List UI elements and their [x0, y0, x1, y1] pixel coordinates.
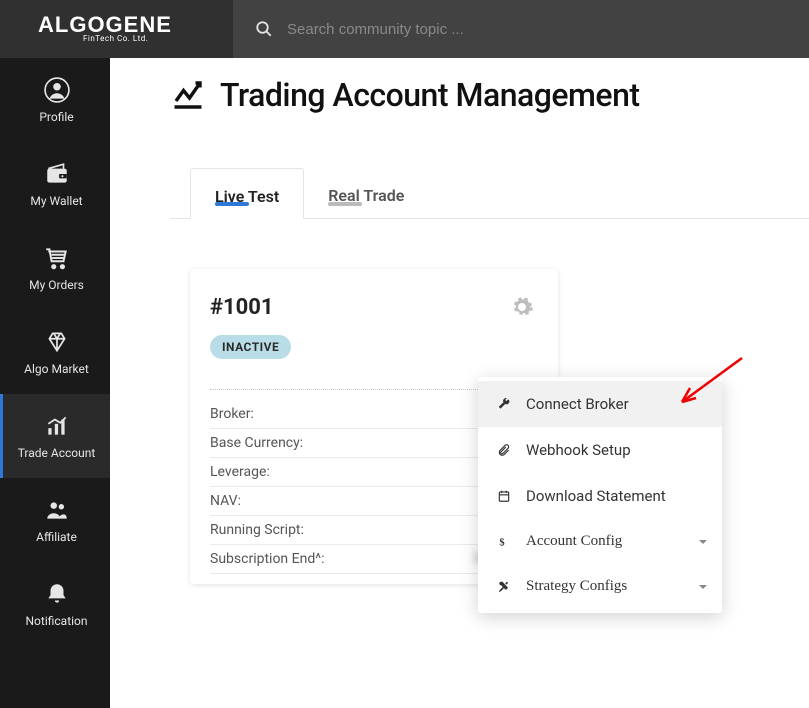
- calendar-icon: [496, 489, 512, 503]
- svg-text:$: $: [499, 537, 504, 548]
- sidebar-item-trade-account[interactable]: Trade Account: [0, 394, 110, 478]
- search-icon: [255, 20, 273, 38]
- chevron-down-icon: [698, 537, 708, 547]
- gear-icon: [510, 295, 534, 319]
- users-icon: [44, 497, 70, 523]
- diamond-icon: [44, 329, 70, 355]
- menu-item-strategy-configs[interactable]: Strategy Configs: [478, 564, 722, 609]
- card-header: #1001: [210, 291, 538, 323]
- menu-item-label: Account Config: [526, 533, 622, 550]
- sidebar-item-label: Notification: [25, 614, 87, 628]
- sidebar-item-affiliate[interactable]: Affiliate: [0, 478, 110, 562]
- tab-underline: [215, 202, 249, 206]
- menu-item-label: Connect Broker: [526, 395, 629, 413]
- sidebar-item-label: Trade Account: [18, 446, 96, 460]
- sidebar-item-orders[interactable]: My Orders: [0, 226, 110, 310]
- paperclip-icon: [496, 443, 512, 457]
- chart-bars-icon: [44, 413, 70, 439]
- row-label: Running Script:: [210, 522, 304, 538]
- cart-icon: [44, 245, 70, 271]
- profile-icon: [44, 77, 70, 103]
- dollar-icon: $: [496, 535, 512, 549]
- menu-item-account-config[interactable]: $ Account Config: [478, 519, 722, 564]
- row-label: Leverage:: [210, 464, 270, 480]
- chart-line-icon: [170, 77, 206, 113]
- sidebar-item-label: My Wallet: [30, 194, 82, 208]
- menu-item-download-statement[interactable]: Download Statement: [478, 473, 722, 519]
- sidebar-item-label: My Orders: [29, 278, 84, 292]
- row-label: Base Currency:: [210, 435, 303, 451]
- wrenches-icon: [496, 580, 512, 594]
- menu-item-connect-broker[interactable]: Connect Broker: [478, 381, 722, 427]
- menu-item-label: Download Statement: [526, 487, 666, 505]
- sidebar-item-label: Algo Market: [24, 362, 89, 376]
- page-title: Trading Account Management: [220, 76, 640, 114]
- logo-main: ALGOGENE: [38, 15, 233, 35]
- sidebar-item-notification[interactable]: Notification: [0, 562, 110, 646]
- top-bar: ALGOGENE FinTech Co. Ltd.: [0, 0, 809, 58]
- row-label: Subscription End^:: [210, 551, 324, 567]
- tab-underline: [328, 202, 362, 206]
- menu-item-label: Strategy Configs: [526, 578, 627, 595]
- row-label: Broker:: [210, 406, 254, 422]
- tab-real-trade[interactable]: Real Trade: [304, 168, 428, 218]
- menu-item-label: Webhook Setup: [526, 441, 631, 459]
- logo[interactable]: ALGOGENE FinTech Co. Ltd.: [0, 15, 233, 44]
- gear-button[interactable]: [506, 291, 538, 323]
- search-bar[interactable]: [233, 0, 809, 58]
- tab-bar: Live Test Real Trade: [170, 168, 809, 219]
- search-input[interactable]: [287, 21, 587, 38]
- status-badge: INACTIVE: [210, 335, 291, 359]
- sidebar-item-label: Affiliate: [36, 530, 77, 544]
- bell-icon: [44, 581, 70, 607]
- wrench-icon: [496, 397, 512, 411]
- sidebar-item-label: Profile: [39, 110, 73, 124]
- sidebar: Profile My Wallet My Orders Algo Market …: [0, 58, 110, 708]
- tab-live-test[interactable]: Live Test: [190, 168, 304, 219]
- menu-item-webhook-setup[interactable]: Webhook Setup: [478, 427, 722, 473]
- wallet-icon: [44, 161, 70, 187]
- sidebar-item-profile[interactable]: Profile: [0, 58, 110, 142]
- row-label: NAV:: [210, 493, 241, 509]
- chevron-down-icon: [698, 582, 708, 592]
- page-title-row: Trading Account Management: [170, 76, 809, 114]
- sidebar-item-wallet[interactable]: My Wallet: [0, 142, 110, 226]
- account-menu: Connect Broker Webhook Setup Download St…: [478, 377, 722, 613]
- account-id: #1001: [210, 295, 274, 320]
- sidebar-item-market[interactable]: Algo Market: [0, 310, 110, 394]
